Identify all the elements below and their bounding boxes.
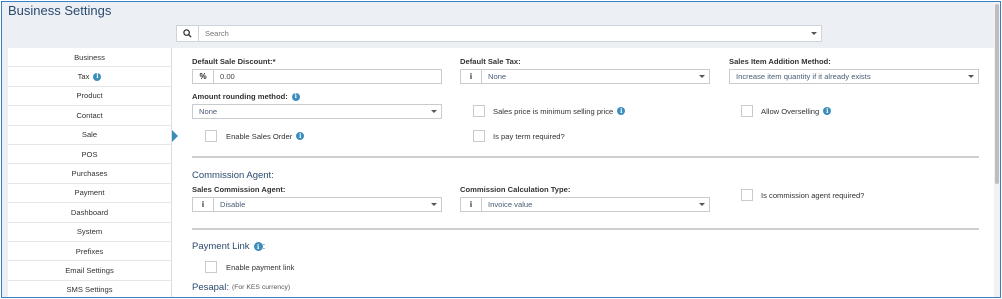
chevron-down-icon (695, 203, 709, 206)
commission-calc-select[interactable]: i Invoice value (460, 197, 710, 212)
enable-sales-order-checkbox[interactable] (205, 130, 217, 142)
search-bar[interactable] (176, 25, 822, 42)
payment-link-title-row: Payment Link i : (192, 241, 265, 252)
sidebar-item-label: Payment (74, 188, 105, 198)
sidebar-item-label: Tax (77, 72, 90, 82)
min-selling-price-label: Sales price is minimum selling price (493, 106, 614, 116)
commission-agent-label: Sales Commission Agent: (192, 185, 286, 194)
default-discount-label: Default Sale Discount:* (192, 57, 276, 66)
pesapal-note: (For KES currency) (231, 284, 291, 291)
min-selling-price-checkbox[interactable] (473, 105, 485, 117)
chevron-down-icon (964, 75, 978, 78)
sidebar-item-label: Contact (76, 110, 103, 120)
rounding-value: None (199, 107, 218, 116)
chevron-down-icon (695, 75, 709, 78)
sidebar-item-sale[interactable]: Sale (8, 125, 171, 145)
info-icon[interactable]: i (253, 242, 263, 251)
allow-overselling-label: Allow Overselling (761, 106, 820, 116)
sidebar-item-label: Prefixes (75, 246, 104, 256)
info-icon[interactable]: i (823, 107, 832, 115)
item-addition-value: Increase item quantity if it already exi… (736, 72, 871, 81)
section-divider (192, 228, 979, 230)
percent-icon: % (193, 70, 214, 83)
sidebar-item-email-settings[interactable]: Email Settings (8, 261, 171, 281)
sidebar-item-label: Product (76, 91, 103, 101)
info-icon[interactable]: i (93, 72, 102, 81)
pesapal-title-row: Pesapal: (For KES currency) (192, 282, 290, 293)
commission-section-title: Commission Agent: (192, 170, 274, 181)
app-frame: Business Settings Business Taxi Product … (1, 1, 1001, 298)
sidebar-item-business[interactable]: Business (8, 48, 171, 68)
sidebar-item-label: POS (81, 149, 98, 159)
info-icon[interactable]: i (291, 92, 300, 101)
search-icon[interactable] (177, 26, 199, 41)
pay-term-required-checkbox[interactable] (473, 130, 485, 142)
sidebar-item-dashboard[interactable]: Dashboard (8, 203, 171, 223)
sidebar-item-label: Business (74, 52, 105, 62)
sidebar-item-contact[interactable]: Contact (8, 106, 171, 126)
payment-link-title: Payment Link (192, 241, 250, 252)
search-input[interactable] (199, 26, 807, 41)
enable-payment-link-label: Enable payment link (226, 262, 295, 272)
enable-payment-link-checkbox[interactable] (205, 261, 217, 273)
sidebar-item-pos[interactable]: POS (8, 144, 171, 165)
sidebar-item-label: SMS Settings (66, 285, 113, 295)
chevron-down-icon (427, 110, 441, 113)
sidebar-item-label: Email Settings (65, 265, 114, 275)
rounding-select[interactable]: None (192, 104, 442, 119)
rounding-label-row: Amount rounding method: i (192, 92, 300, 101)
info-icon[interactable]: i (296, 132, 305, 140)
chevron-down-icon[interactable] (807, 26, 821, 41)
item-addition-label: Sales Item Addition Method: (729, 57, 831, 66)
info-icon[interactable]: i (617, 107, 626, 115)
enable-sales-order-label-row: Enable Sales Order i (226, 130, 305, 142)
min-selling-price-label-row: Sales price is minimum selling price i (493, 105, 626, 117)
sidebar-item-product[interactable]: Product (8, 86, 171, 107)
allow-overselling-label-row: Allow Overselling i (761, 105, 832, 117)
default-discount-field[interactable]: % 0.00 (192, 69, 442, 84)
default-tax-select[interactable]: i None (460, 69, 710, 84)
settings-panel: Business Tax i Product Contact Sale POS P… (8, 48, 994, 297)
sidebar-item-payment[interactable]: Payment (8, 183, 171, 204)
sidebar-item-sms-settings[interactable]: SMS Settings (8, 280, 171, 297)
sidebar-item-tax[interactable]: Tax i (8, 67, 171, 87)
section-divider (192, 156, 979, 158)
pesapal-title: Pesapal: (192, 282, 229, 293)
page-scrollbar[interactable] (994, 2, 1000, 297)
info-icon: i (193, 198, 214, 211)
commission-required-label: Is commission agent required? (761, 190, 865, 200)
enable-sales-order-label: Enable Sales Order (226, 131, 293, 141)
allow-overselling-checkbox[interactable] (741, 105, 753, 117)
info-icon: i (461, 198, 482, 211)
scrollbar-thumb[interactable] (995, 4, 999, 184)
default-tax-value: None (488, 72, 507, 81)
default-tax-label: Default Sale Tax: (460, 57, 521, 66)
active-tab-arrow-icon (172, 130, 178, 142)
sale-settings-content: Default Sale Discount:* % 0.00 Default S… (192, 48, 982, 297)
commission-calc-value: Invoice value (488, 200, 533, 209)
info-icon: i (461, 70, 482, 83)
commission-agent-value: Disable (220, 200, 246, 209)
item-addition-select[interactable]: Increase item quantity if it already exi… (729, 69, 979, 84)
sidebar-item-prefixes[interactable]: Prefixes (8, 241, 171, 262)
sidebar-item-label: Dashboard (70, 207, 109, 217)
rounding-label: Amount rounding method: (192, 92, 288, 101)
sidebar-item-system[interactable]: System (8, 222, 171, 242)
chevron-down-icon (427, 203, 441, 206)
sidebar-item-label: Purchases (71, 169, 108, 179)
default-discount-input[interactable]: 0.00 (214, 72, 441, 81)
payment-link-colon: : (262, 241, 266, 252)
page-title: Business Settings (8, 3, 112, 18)
sidebar-item-label: Sale (81, 130, 98, 140)
pay-term-required-label: Is pay term required? (493, 131, 565, 141)
sidebar-item-purchases[interactable]: Purchases (8, 164, 171, 184)
commission-calc-label: Commission Calculation Type: (460, 185, 571, 194)
settings-sidebar: Business Tax i Product Contact Sale POS P… (8, 48, 172, 297)
sidebar-item-label: System (76, 227, 103, 237)
commission-required-checkbox[interactable] (741, 189, 753, 201)
commission-agent-select[interactable]: i Disable (192, 197, 442, 212)
